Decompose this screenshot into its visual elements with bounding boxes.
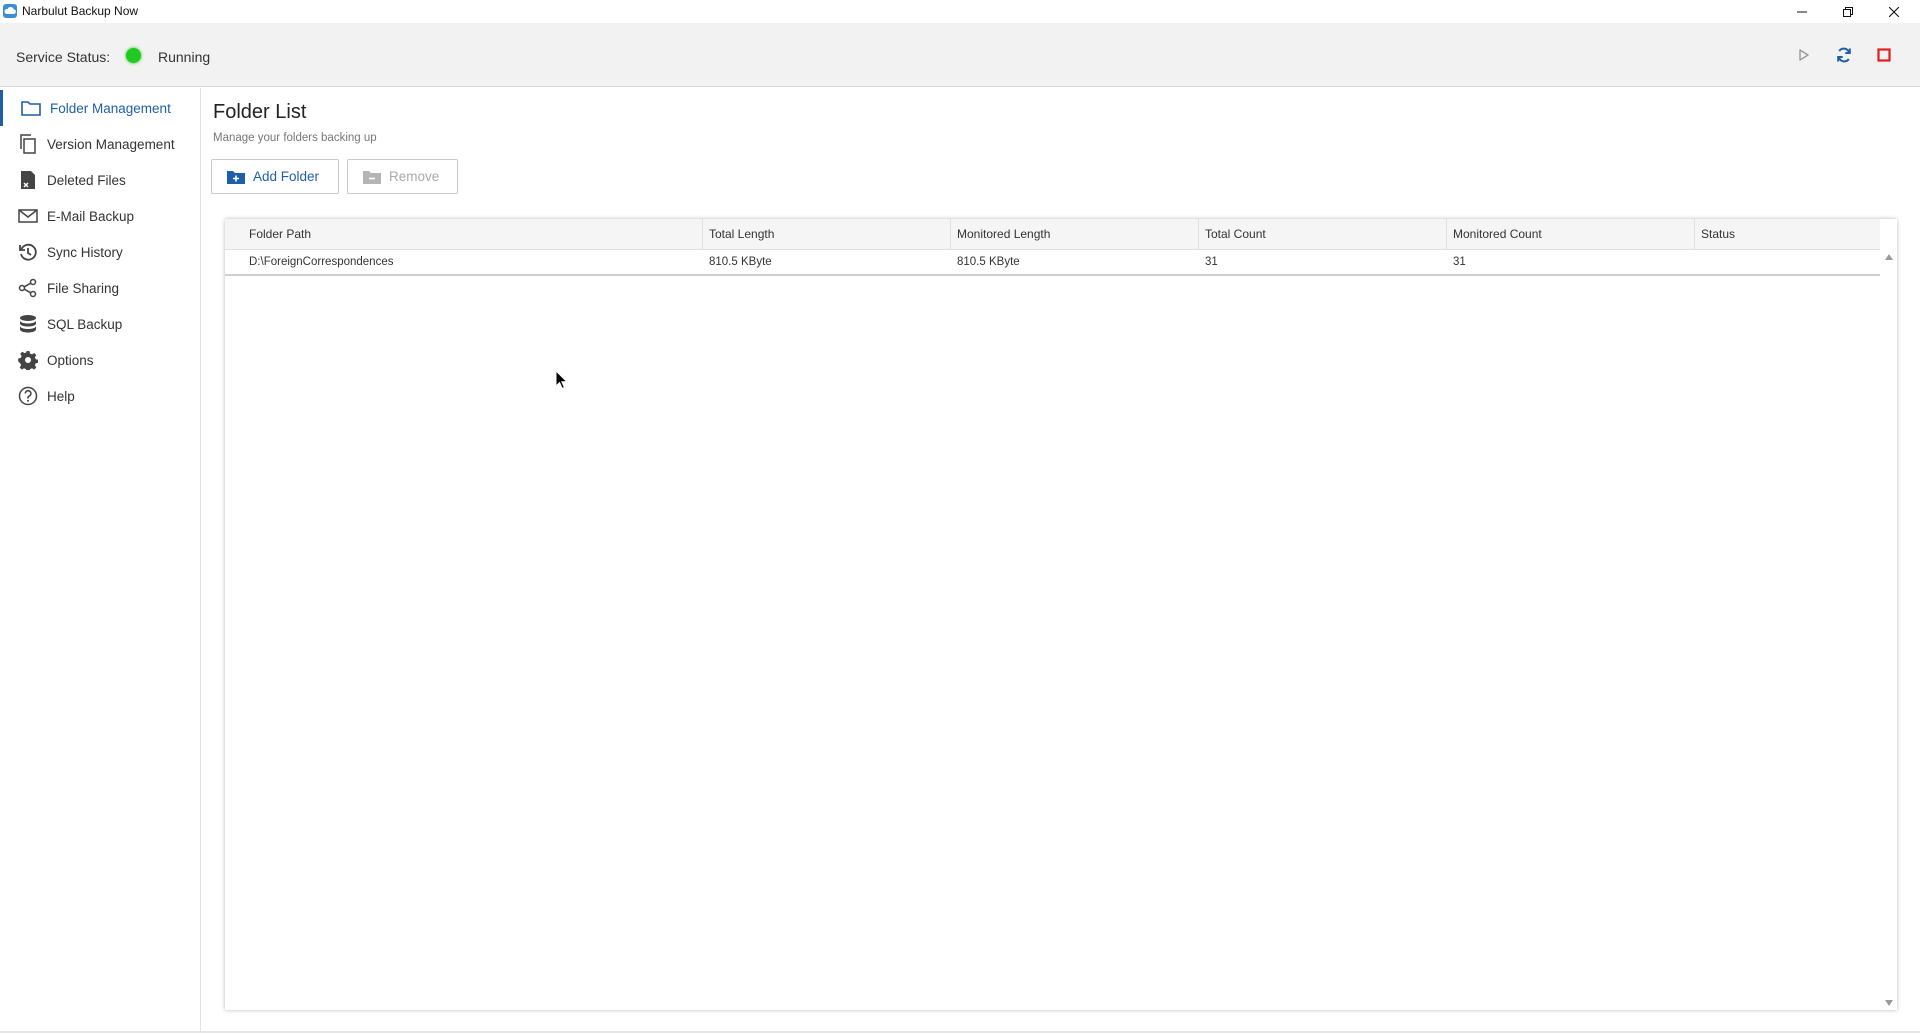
remove-folder-icon	[363, 170, 381, 184]
column-header-total-length[interactable]: Total Length	[703, 219, 951, 250]
vertical-scrollbar[interactable]	[1880, 250, 1897, 1010]
restore-button[interactable]	[1825, 0, 1871, 23]
service-status-label: Service Status:	[16, 49, 111, 65]
database-icon	[17, 313, 39, 335]
scroll-down-icon[interactable]	[1884, 998, 1893, 1007]
sidebar-item-email-backup[interactable]: E-Mail Backup	[0, 198, 200, 234]
cell-monitored-count: 31	[1453, 256, 1466, 268]
sidebar-item-label: Folder Management	[50, 100, 171, 116]
status-indicator-icon	[126, 48, 141, 63]
stop-service-button[interactable]	[1872, 43, 1896, 67]
page-title: Folder List	[213, 101, 307, 123]
close-button[interactable]	[1871, 0, 1917, 23]
versions-icon	[17, 133, 39, 155]
history-icon	[17, 241, 39, 263]
cell-monitored-length: 810.5 KByte	[957, 256, 1020, 268]
gear-icon	[17, 349, 39, 371]
cell-total-length: 810.5 KByte	[709, 256, 772, 268]
start-service-button[interactable]	[1792, 43, 1816, 67]
sidebar-item-help[interactable]: Help	[0, 378, 200, 414]
refresh-icon	[1837, 47, 1851, 63]
play-icon	[1799, 49, 1809, 61]
sidebar-item-file-sharing[interactable]: File Sharing	[0, 270, 200, 306]
title-bar: Narbulut Backup Now	[0, 0, 1920, 23]
column-header-monitored-length[interactable]: Monitored Length	[951, 219, 1199, 250]
deleted-file-icon	[17, 169, 39, 191]
column-header-status[interactable]: Status	[1695, 219, 1880, 250]
sidebar-item-label: Version Management	[47, 136, 175, 152]
mail-icon	[17, 205, 39, 227]
cell-folder-path: D:\ForeignCorrespondences	[249, 256, 394, 268]
sidebar-item-label: Help	[47, 388, 75, 404]
table-row[interactable]: D:\ForeignCorrespondences 810.5 KByte 81…	[225, 250, 1880, 276]
add-folder-button[interactable]: Add Folder	[211, 159, 339, 194]
sidebar-item-label: Sync History	[47, 244, 123, 260]
window-title: Narbulut Backup Now	[22, 4, 139, 18]
sidebar-item-label: SQL Backup	[47, 316, 123, 332]
folder-icon	[20, 97, 42, 119]
column-header-monitored-count[interactable]: Monitored Count	[1447, 219, 1695, 250]
remove-label: Remove	[389, 169, 440, 184]
sidebar-item-sql-backup[interactable]: SQL Backup	[0, 306, 200, 342]
stop-icon	[1877, 48, 1891, 62]
service-status-bar: Service Status: Running	[0, 23, 1920, 87]
sidebar-item-label: File Sharing	[47, 280, 120, 296]
column-header-folder-path[interactable]: Folder Path	[225, 219, 703, 250]
scroll-up-icon[interactable]	[1884, 252, 1893, 261]
table-header: Folder Path Total Length Monitored Lengt…	[225, 219, 1880, 250]
sidebar: Folder Management Version Management Del…	[0, 88, 201, 1033]
sidebar-item-label: E-Mail Backup	[47, 208, 135, 224]
column-header-total-count[interactable]: Total Count	[1199, 219, 1447, 250]
minimize-button[interactable]	[1779, 0, 1825, 23]
sidebar-item-deleted-files[interactable]: Deleted Files	[0, 162, 200, 198]
add-folder-icon	[227, 170, 245, 184]
service-status-value: Running	[158, 49, 211, 65]
sidebar-item-folder-management[interactable]: Folder Management	[0, 90, 200, 126]
page-subtitle: Manage your folders backing up	[213, 132, 377, 144]
folder-table: Folder Path Total Length Monitored Lengt…	[225, 219, 1897, 1010]
help-icon	[17, 385, 39, 407]
share-icon	[17, 277, 39, 299]
add-folder-label: Add Folder	[253, 169, 320, 184]
sidebar-item-version-management[interactable]: Version Management	[0, 126, 200, 162]
remove-button[interactable]: Remove	[347, 159, 458, 194]
sidebar-item-label: Options	[47, 352, 94, 368]
sidebar-item-options[interactable]: Options	[0, 342, 200, 378]
cell-total-count: 31	[1205, 256, 1218, 268]
app-logo-icon	[3, 4, 17, 18]
main-content: Folder List Manage your folders backing …	[202, 88, 1920, 1033]
sidebar-item-label: Deleted Files	[47, 172, 126, 188]
cell-status	[1695, 250, 1880, 274]
restart-service-button[interactable]	[1832, 43, 1856, 67]
mouse-cursor-icon	[555, 369, 569, 390]
sidebar-item-sync-history[interactable]: Sync History	[0, 234, 200, 270]
